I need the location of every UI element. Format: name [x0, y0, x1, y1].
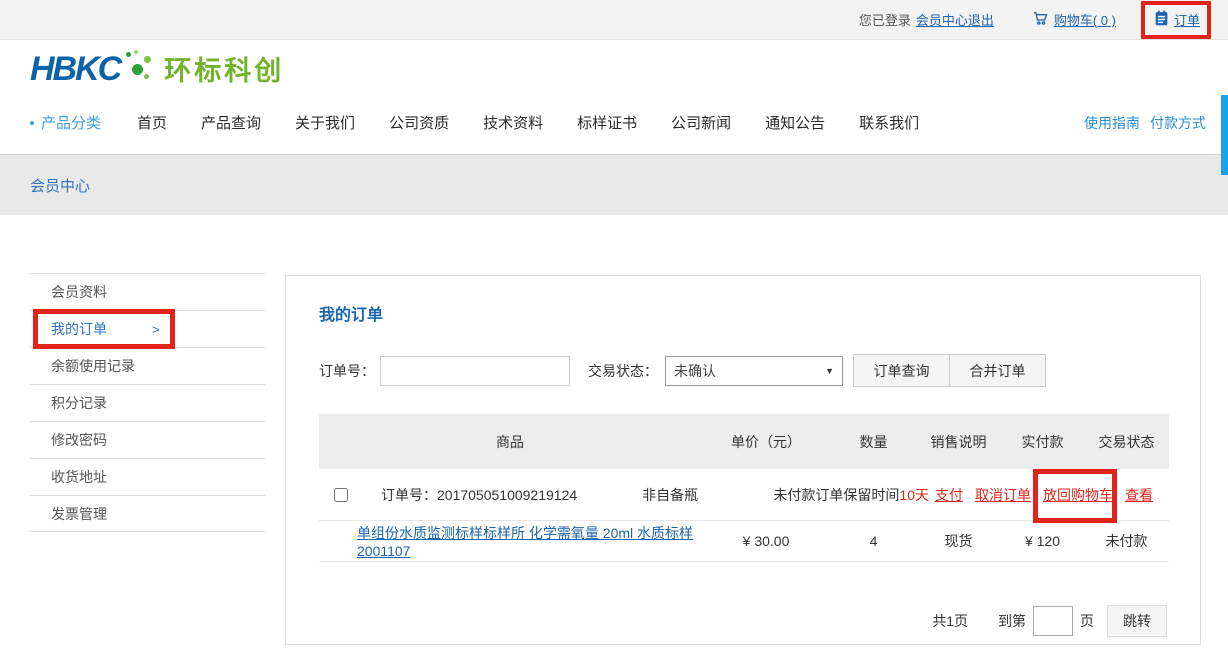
sidebar-item-label: 发票管理 [51, 504, 107, 524]
order-actions-group: 未付款订单保留时间 10天 支付 取消订单 放回购物车 查看 [773, 485, 1169, 505]
sidebar-item-points-history[interactable]: 积分记录 [30, 384, 265, 421]
jump-button[interactable]: 跳转 [1107, 605, 1167, 637]
product-name-cell: 单组份水质监测标样标样所 化学需氧量 20ml 水质标样2001107 [319, 523, 701, 559]
my-orders-panel: 我的订单 订单号： 交易状态： 未确认 ▼ 订单查询 合并订单 商品 单价（元）… [285, 275, 1201, 645]
nav-right-links: 使用指南 付款方式 [1084, 113, 1206, 133]
nav-item-contact[interactable]: 联系我们 [859, 112, 919, 133]
put-back-to-cart-link[interactable]: 放回购物车 [1043, 485, 1113, 505]
nav-item-company-news[interactable]: 公司新闻 [671, 112, 731, 133]
cart-group[interactable]: 购物车( 0 ) [1032, 10, 1116, 29]
nav-item-notices[interactable]: 通知公告 [765, 112, 825, 133]
trade-status-label: 交易状态： [588, 361, 658, 381]
sidebar-item-label: 积分记录 [51, 393, 107, 413]
bottle-note: 非自备瓶 [642, 485, 698, 505]
sidebar-item-change-password[interactable]: 修改密码 [30, 421, 265, 458]
orders-group[interactable]: 订单 [1154, 10, 1200, 29]
header-sale-note: 销售说明 [916, 432, 1001, 452]
sidebar-item-label: 我的订单 [51, 319, 107, 339]
logo-molecule-icon [124, 50, 152, 86]
cart-link[interactable]: 购物车( 0 ) [1054, 10, 1116, 29]
goto-page-suffix: 页 [1080, 611, 1094, 631]
sidebar-item-label: 余额使用记录 [51, 356, 135, 376]
login-status-group: 您已登录 会员中心退出 [859, 10, 994, 29]
order-query-button[interactable]: 订单查询 [853, 354, 950, 387]
product-row: 单组份水质监测标样标样所 化学需氧量 20ml 水质标样2001107 ¥ 30… [319, 521, 1169, 562]
order-checkbox[interactable] [334, 488, 348, 502]
view-order-link[interactable]: 查看 [1125, 485, 1153, 505]
merge-orders-button[interactable]: 合并订单 [949, 354, 1046, 387]
nav-item-technical-docs[interactable]: 技术资料 [483, 112, 543, 133]
sidebar-item-label: 会员资料 [51, 282, 107, 302]
orders-icon [1154, 10, 1169, 29]
bullet-dot-icon [30, 121, 34, 125]
nav-item-product-search[interactable]: 产品查询 [201, 112, 261, 133]
orders-table: 商品 单价（元） 数量 销售说明 实付款 交易状态 订单号：2017050510… [319, 414, 1169, 562]
site-logo: HBKC 环标科创 [30, 50, 284, 86]
orders-table-header: 商品 单价（元） 数量 销售说明 实付款 交易状态 [319, 414, 1169, 469]
sidebar-item-shipping-address[interactable]: 收货地址 [30, 458, 265, 495]
header-unit-price: 单价（元） [701, 432, 831, 452]
product-sale-note: 现货 [916, 531, 1001, 551]
nav-item-certificates[interactable]: 标样证书 [577, 112, 637, 133]
retain-time-text: 未付款订单保留时间 [773, 485, 899, 505]
logo-company-name: 环标科创 [164, 56, 284, 86]
page: 您已登录 会员中心退出 购物车( 0 ) [0, 0, 1228, 648]
header-trade-status: 交易状态 [1084, 432, 1169, 452]
nav-items: 首页 产品查询 关于我们 公司资质 技术资料 标样证书 公司新闻 通知公告 联系… [137, 112, 919, 133]
trade-status-select[interactable]: 未确认 ▼ [665, 356, 843, 386]
logged-in-text: 您已登录 [859, 10, 911, 29]
product-unit-price: ¥ 30.00 [701, 533, 831, 549]
order-no-input[interactable] [380, 356, 570, 386]
site-header: HBKC 环标科创 [0, 40, 1228, 100]
chevron-right-icon: > [152, 322, 160, 337]
goto-page-input[interactable] [1033, 606, 1073, 636]
product-paid-amount: ¥ 120 [1001, 533, 1084, 549]
breadcrumb-title: 会员中心 [30, 175, 90, 196]
order-number-value: 201705051009219124 [437, 487, 577, 503]
cart-icon [1032, 10, 1049, 29]
nav-item-home[interactable]: 首页 [137, 112, 167, 133]
payment-method-link[interactable]: 付款方式 [1150, 113, 1206, 133]
order-number-label: 订单号： [381, 487, 437, 503]
pagination: 共1页 到第 页 跳转 [319, 605, 1167, 637]
logo-abbr-text: HBKC [30, 52, 120, 86]
sidebar-item-label: 修改密码 [51, 430, 107, 450]
trade-status-value: 未确认 [674, 361, 716, 381]
breadcrumb-band: 会员中心 [0, 154, 1228, 215]
header-product: 商品 [319, 432, 701, 452]
main-nav: 产品分类 首页 产品查询 关于我们 公司资质 技术资料 标样证书 公司新闻 通知… [0, 100, 1228, 145]
user-guide-link[interactable]: 使用指南 [1084, 113, 1140, 133]
sidebar-item-balance-history[interactable]: 余额使用记录 [30, 347, 265, 384]
order-filter-row: 订单号： 交易状态： 未确认 ▼ 订单查询 合并订单 [319, 354, 1167, 387]
header-paid: 实付款 [1001, 432, 1084, 452]
product-trade-status: 未付款 [1084, 531, 1169, 551]
nav-item-about[interactable]: 关于我们 [295, 112, 355, 133]
order-number: 订单号：201705051009219124 [381, 485, 577, 505]
order-summary-row: 订单号：201705051009219124 非自备瓶 未付款订单保留时间 10… [319, 469, 1169, 521]
goto-page-prefix: 到第 [998, 611, 1026, 631]
top-bar: 您已登录 会员中心退出 购物车( 0 ) [0, 0, 1228, 40]
nav-category-label: 产品分类 [41, 112, 101, 133]
dropdown-caret-icon: ▼ [825, 366, 834, 376]
put-back-label: 放回购物车 [1043, 487, 1113, 503]
pay-link[interactable]: 支付 [935, 485, 963, 505]
retain-days: 10天 [899, 485, 929, 505]
order-no-label: 订单号： [319, 361, 375, 381]
orders-link[interactable]: 订单 [1174, 10, 1200, 29]
cancel-order-link[interactable]: 取消订单 [975, 485, 1031, 505]
sidebar-item-invoice-management[interactable]: 发票管理 [30, 495, 265, 532]
member-sidebar: 会员资料 我的订单 > 余额使用记录 积分记录 修改密码 收货地址 发票管理 [30, 273, 265, 532]
total-pages-text: 共1页 [932, 611, 968, 631]
sidebar-item-member-info[interactable]: 会员资料 [30, 273, 265, 310]
right-edge-scrollbar[interactable] [1221, 95, 1228, 175]
nav-item-qualifications[interactable]: 公司资质 [389, 112, 449, 133]
header-quantity: 数量 [831, 432, 916, 452]
sidebar-item-my-orders[interactable]: 我的订单 > [30, 310, 265, 347]
logout-link[interactable]: 会员中心退出 [916, 10, 994, 29]
nav-product-categories[interactable]: 产品分类 [30, 112, 101, 133]
sidebar-item-label: 收货地址 [51, 467, 107, 487]
product-quantity: 4 [831, 533, 916, 549]
page-title: 我的订单 [319, 301, 1167, 325]
product-link[interactable]: 单组份水质监测标样标样所 化学需氧量 20ml 水质标样2001107 [357, 525, 693, 559]
